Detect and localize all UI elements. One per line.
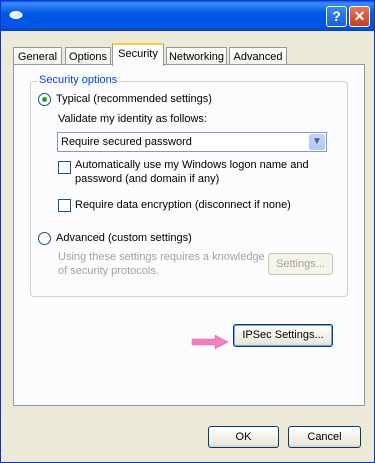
ipsec-settings-button[interactable]: IPSec Settings... xyxy=(233,324,333,347)
auto-logon-label-line1[interactable]: Automatically use my Windows logon name … xyxy=(75,159,309,171)
pointer-arrow-icon xyxy=(191,335,229,349)
validate-identity-label: Validate my identity as follows: xyxy=(58,113,207,125)
auto-logon-label-line2[interactable]: password (and domain if any) xyxy=(75,173,219,185)
tab-strip: General Options Security Networking Adva… xyxy=(13,43,363,66)
ok-button[interactable]: OK xyxy=(208,426,279,448)
chevron-down-icon[interactable]: ▼ xyxy=(309,134,325,150)
advanced-hint-line2: of security protocols. xyxy=(58,265,159,277)
tab-general[interactable]: General xyxy=(13,47,62,65)
tab-options[interactable]: Options xyxy=(65,47,111,65)
cancel-button[interactable]: Cancel xyxy=(288,426,361,448)
encryption-checkbox[interactable] xyxy=(58,199,71,212)
network-icon xyxy=(9,11,23,19)
advanced-hint-line1: Using these settings requires a knowledg… xyxy=(58,251,265,263)
typical-radio[interactable] xyxy=(38,93,51,106)
close-button[interactable]: ✕ xyxy=(349,6,370,27)
typical-label[interactable]: Typical (recommended settings) xyxy=(56,93,212,105)
help-button[interactable]: ? xyxy=(326,6,347,27)
security-options-label: Security options xyxy=(37,74,120,86)
radio-selected-dot xyxy=(42,97,47,102)
auto-logon-checkbox[interactable] xyxy=(58,161,71,174)
tab-advanced[interactable]: Advanced xyxy=(229,47,287,65)
advanced-label[interactable]: Advanced (custom settings) xyxy=(56,232,192,244)
tab-security[interactable]: Security xyxy=(112,43,164,66)
identity-select[interactable]: Require secured password ▼ xyxy=(57,132,327,152)
encryption-label[interactable]: Require data encryption (disconnect if n… xyxy=(75,199,291,211)
advanced-radio[interactable] xyxy=(38,232,51,245)
settings-button[interactable]: Settings... xyxy=(268,253,333,275)
tab-networking[interactable]: Networking xyxy=(166,47,227,65)
title-bar[interactable]: ? ✕ xyxy=(1,1,374,31)
dialog-window: ? ✕ General Options Security Networking … xyxy=(0,0,375,463)
identity-select-value: Require secured password xyxy=(61,136,192,148)
